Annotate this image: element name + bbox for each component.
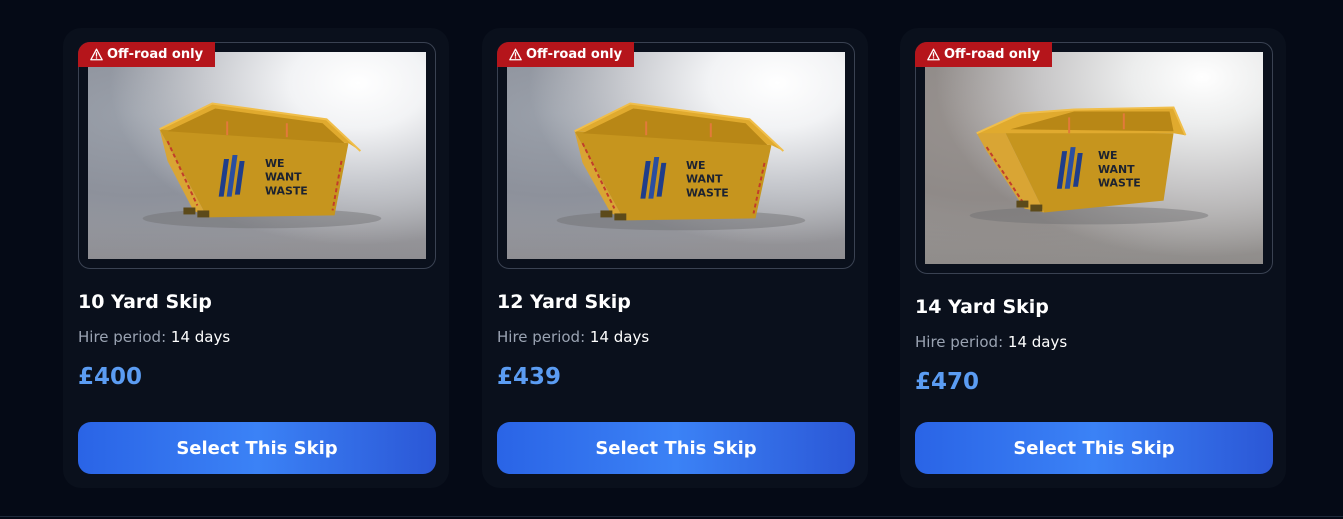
svg-text:WANT: WANT	[265, 171, 302, 184]
badge-label: Off-road only	[107, 47, 204, 62]
off-road-badge: Off-road only	[78, 42, 216, 67]
skip-image: WE WANT WASTE	[88, 52, 426, 259]
skip-title: 14 Yard Skip	[915, 296, 1049, 318]
badge-label: Off-road only	[944, 47, 1041, 62]
skip-card-14-yard[interactable]: Off-road only WE WANT WASTE 14 Yard Skip…	[900, 28, 1286, 488]
hire-period-label: Hire period:	[915, 333, 1004, 351]
svg-text:WANT: WANT	[686, 173, 723, 186]
svg-text:WANT: WANT	[1098, 163, 1135, 176]
hire-period-value: 14 days	[170, 328, 231, 346]
svg-text:WASTE: WASTE	[686, 187, 729, 200]
skip-price: £439	[497, 364, 562, 390]
skip-image-frame: WE WANT WASTE	[915, 42, 1273, 274]
hire-period-value: 14 days	[589, 328, 650, 346]
svg-text:WE: WE	[686, 159, 706, 172]
skip-title: 12 Yard Skip	[497, 291, 631, 313]
svg-text:WE: WE	[1098, 149, 1118, 162]
warning-triangle-icon	[927, 48, 940, 61]
warning-triangle-icon	[90, 48, 103, 61]
skip-image: WE WANT WASTE	[507, 52, 845, 259]
svg-text:WASTE: WASTE	[265, 185, 308, 198]
hire-period: Hire period: 14 days	[497, 328, 649, 346]
off-road-badge: Off-road only	[915, 42, 1053, 67]
hire-period-label: Hire period:	[78, 328, 167, 346]
skip-image-frame: WE WANT WASTE	[78, 42, 436, 269]
hire-period-value: 14 days	[1007, 333, 1068, 351]
hire-period: Hire period: 14 days	[78, 328, 230, 346]
select-skip-button[interactable]: Select This Skip	[497, 422, 855, 474]
skip-title: 10 Yard Skip	[78, 291, 212, 313]
svg-text:WE: WE	[265, 157, 285, 170]
hire-period: Hire period: 14 days	[915, 333, 1067, 351]
skip-card-10-yard[interactable]: Off-road only WE WANT WASTE 10 Yard Skip…	[63, 28, 449, 488]
select-skip-button[interactable]: Select This Skip	[915, 422, 1273, 474]
skip-image: WE WANT WASTE	[925, 52, 1263, 264]
skip-price: £470	[915, 369, 980, 395]
badge-label: Off-road only	[526, 47, 623, 62]
skip-card-12-yard[interactable]: Off-road only WE WANT WASTE 12 Yard Skip…	[482, 28, 868, 488]
footer-divider	[0, 516, 1343, 517]
skip-selection-page: Off-road only WE WANT WASTE 10 Yard Skip…	[0, 0, 1343, 519]
svg-text:WASTE: WASTE	[1098, 177, 1141, 190]
skip-image-frame: WE WANT WASTE	[497, 42, 855, 269]
warning-triangle-icon	[509, 48, 522, 61]
off-road-badge: Off-road only	[497, 42, 635, 67]
select-skip-button[interactable]: Select This Skip	[78, 422, 436, 474]
hire-period-label: Hire period:	[497, 328, 586, 346]
skip-price: £400	[78, 364, 143, 390]
